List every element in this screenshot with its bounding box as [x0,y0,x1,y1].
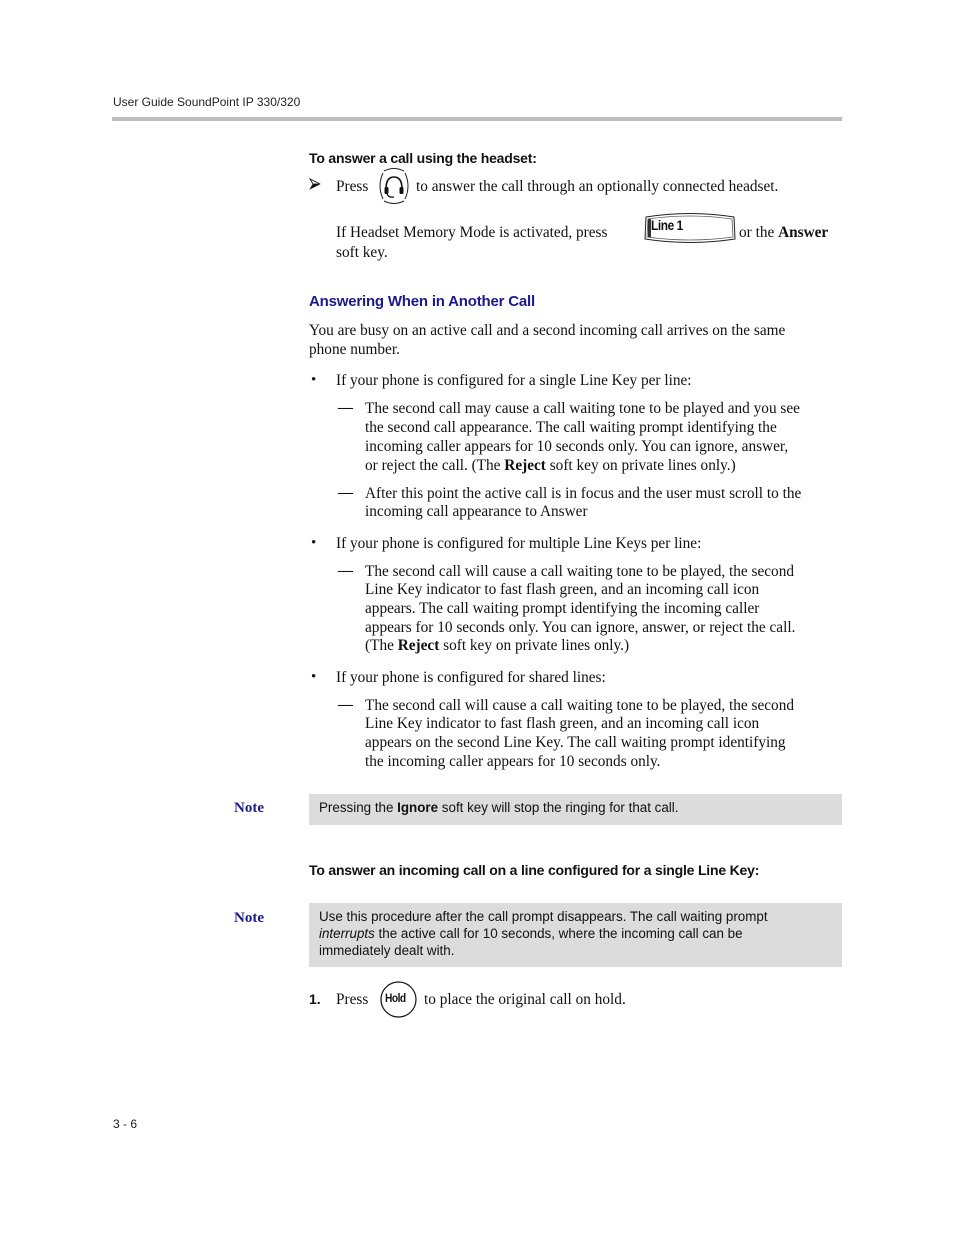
step-1-text: to place the original call on hold. [424,991,626,1008]
note-line: interrupts the active call for 10 second… [319,926,832,943]
section-intro-line-2: phone number. [309,341,400,358]
page-number: 3 - 6 [113,1117,138,1131]
bullet-1-sub-1-line-4: or reject the call. (The Reject soft key… [365,457,736,476]
soft-key-text: soft key. [336,244,388,261]
arrow-bullet-icon [309,178,321,190]
bullet-2-sub-1-line-4: appears for 10 seconds only. You can ign… [365,619,796,636]
press-word: Press [336,178,369,195]
ignore-bold: Ignore [397,800,439,815]
note-box-ignore: Pressing the Ignore soft key will stop t… [309,794,842,825]
or-the-text: or the [739,224,775,241]
bullet-1-sub-2-line-1: After this point the active call is in f… [365,485,802,502]
bullet-1-sub-2-line-2: incoming call appearance to Answer [365,503,588,520]
dash-bullet: — [338,697,353,713]
bullet-dot: • [311,669,317,685]
text-segment: the active call for 10 seconds, where th… [374,925,743,941]
note-line: Use this procedure after the call prompt… [319,909,768,924]
text-segment: soft key on private lines only.) [545,457,736,474]
procedure-title-single-line: To answer an incoming call on a line con… [309,862,760,878]
note-line: immediately dealt with. [319,942,455,958]
procedure-title-headset: To answer a call using the headset: [309,150,537,166]
section-heading: Answering When in Another Call [309,293,535,310]
text-segment: soft key will stop the ringing for that … [438,800,679,815]
note-label: Note [234,800,264,816]
note-label: Note [234,910,264,926]
bullet-3-sub-1-line-3: appears on the second Line Key. The call… [365,734,786,751]
header-rule [112,117,842,121]
bullet-1-sub-1-line-2: the second call appearance. The call wai… [365,419,777,436]
headset-key-icon [379,168,409,204]
bullet-2-sub-1-line-2: Line Key indicator to fast flash green, … [365,581,760,598]
bullet-2-text: If your phone is configured for multiple… [336,535,702,552]
memory-mode-text: If Headset Memory Mode is activated, pre… [336,224,608,241]
headset-step-text: to answer the call through an optionally… [416,178,779,195]
memory-mode-answer: or the Answer [739,224,828,243]
bullet-3-sub-1-line-4: the incoming caller appears for 10 secon… [365,753,661,770]
line-key-label: Line 1 [651,217,683,233]
bullet-3-sub-1-line-2: Line Key indicator to fast flash green, … [365,715,760,732]
step-number: 1. [309,991,321,1007]
bullet-dot: • [311,372,317,388]
answer-bold: Answer [778,224,829,241]
interrupts-italic: interrupts [319,925,375,941]
bullet-3-sub-1-line-1: The second call will cause a call waitin… [365,697,795,714]
reject-bold: Reject [504,457,546,474]
bullet-1-text: If your phone is configured for a single… [336,372,692,389]
press-word: Press [336,991,369,1008]
dash-bullet: — [338,400,353,416]
dash-bullet: — [338,485,353,501]
text-segment: or reject the call. (The [365,457,505,474]
note-box-procedure: Use this procedure after the call prompt… [309,903,842,967]
bullet-dot: • [311,535,317,551]
text-segment: Pressing the [319,800,398,815]
bullet-2-sub-1-line-3: appears. The call waiting prompt identif… [365,600,760,617]
dash-bullet: — [338,563,353,579]
bullet-1-sub-1-line-3: incoming caller appears for 10 seconds o… [365,438,789,455]
bullet-1-sub-1-line-1: The second call may cause a call waiting… [365,400,800,417]
reject-bold: Reject [397,637,440,654]
hold-key-label: Hold [385,991,406,1005]
bullet-2-sub-1-line-1: The second call will cause a call waitin… [365,563,795,580]
text-segment: (The [365,637,398,654]
running-header: User Guide SoundPoint IP 330/320 [113,95,301,109]
bullet-2-sub-1-line-5: (The Reject soft key on private lines on… [365,637,629,656]
text-segment: soft key on private lines only.) [439,637,630,654]
section-intro-line-1: You are busy on an active call and a sec… [309,322,786,339]
bullet-3-text: If your phone is configured for shared l… [336,669,606,686]
